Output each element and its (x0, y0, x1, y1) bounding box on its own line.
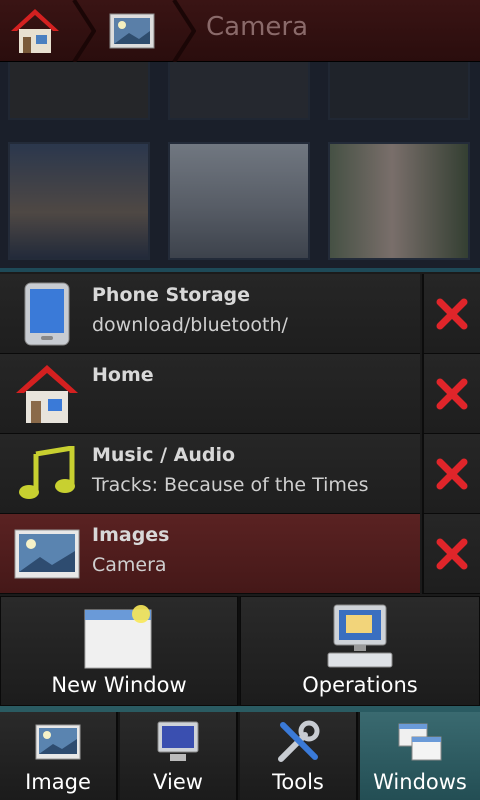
thumbnail[interactable] (8, 142, 150, 260)
breadcrumb-current[interactable]: Camera (206, 12, 308, 42)
image-folder-icon (109, 13, 155, 49)
thumbnail[interactable] (8, 62, 150, 120)
window-path: download/bluetooth/ (92, 314, 288, 336)
close-window-button[interactable] (422, 514, 480, 594)
close-window-button[interactable] (422, 434, 480, 514)
window-title: Home (92, 364, 154, 386)
breadcrumb-images[interactable] (92, 0, 172, 62)
breadcrumb: Camera (0, 0, 480, 62)
thumbnail[interactable] (168, 62, 310, 120)
computer-icon (241, 601, 479, 673)
music-note-icon (12, 440, 82, 508)
tab-tools[interactable]: Tools (240, 712, 358, 800)
window-list: Phone Storage download/bluetooth/ Home M… (0, 272, 480, 596)
close-window-button[interactable] (422, 274, 480, 354)
window-row-images: Images Camera (0, 514, 480, 594)
tab-label: Tools (272, 770, 324, 794)
tab-bar: Image View Tools Windows (0, 712, 480, 800)
operations-button[interactable]: Operations (240, 596, 480, 706)
phone-storage-icon (12, 280, 82, 348)
close-icon (436, 458, 468, 489)
thumbnail[interactable] (328, 62, 470, 120)
tools-icon (240, 718, 356, 766)
breadcrumb-separator-icon (172, 0, 196, 62)
tab-label: Image (25, 770, 91, 794)
window-item[interactable]: Home (0, 354, 420, 434)
new-window-icon (1, 601, 237, 673)
window-path: Camera (92, 554, 167, 576)
monitor-icon (120, 718, 236, 766)
window-title: Images (92, 524, 170, 546)
new-window-button[interactable]: New Window (0, 596, 238, 706)
new-window-label: New Window (51, 673, 187, 697)
window-path: Tracks: Because of the Times (92, 474, 369, 496)
thumbnail-grid (0, 62, 480, 272)
close-window-button[interactable] (422, 354, 480, 434)
window-row-music: Music / Audio Tracks: Because of the Tim… (0, 434, 480, 514)
image-icon (0, 718, 116, 766)
thumbnail[interactable] (168, 142, 310, 260)
window-row-home: Home (0, 354, 480, 434)
close-icon (436, 538, 468, 569)
image-icon (12, 520, 82, 588)
close-icon (436, 298, 468, 329)
home-icon (12, 360, 82, 428)
tab-view[interactable]: View (120, 712, 238, 800)
window-title: Music / Audio (92, 444, 236, 466)
windows-icon (360, 718, 480, 766)
operations-label: Operations (302, 673, 418, 697)
window-title: Phone Storage (92, 284, 251, 306)
tab-image[interactable]: Image (0, 712, 118, 800)
close-icon (436, 378, 468, 409)
window-item-active[interactable]: Images Camera (0, 514, 420, 594)
home-icon (11, 9, 59, 53)
tab-windows[interactable]: Windows (360, 712, 480, 800)
action-bar: New Window Operations (0, 596, 480, 708)
window-item[interactable]: Music / Audio Tracks: Because of the Tim… (0, 434, 420, 514)
tab-label: Windows (373, 770, 467, 794)
tab-label: View (153, 770, 203, 794)
window-item[interactable]: Phone Storage download/bluetooth/ (0, 274, 420, 354)
breadcrumb-home[interactable] (0, 0, 70, 62)
thumbnail[interactable] (328, 142, 470, 260)
window-row-phone-storage: Phone Storage download/bluetooth/ (0, 274, 480, 354)
